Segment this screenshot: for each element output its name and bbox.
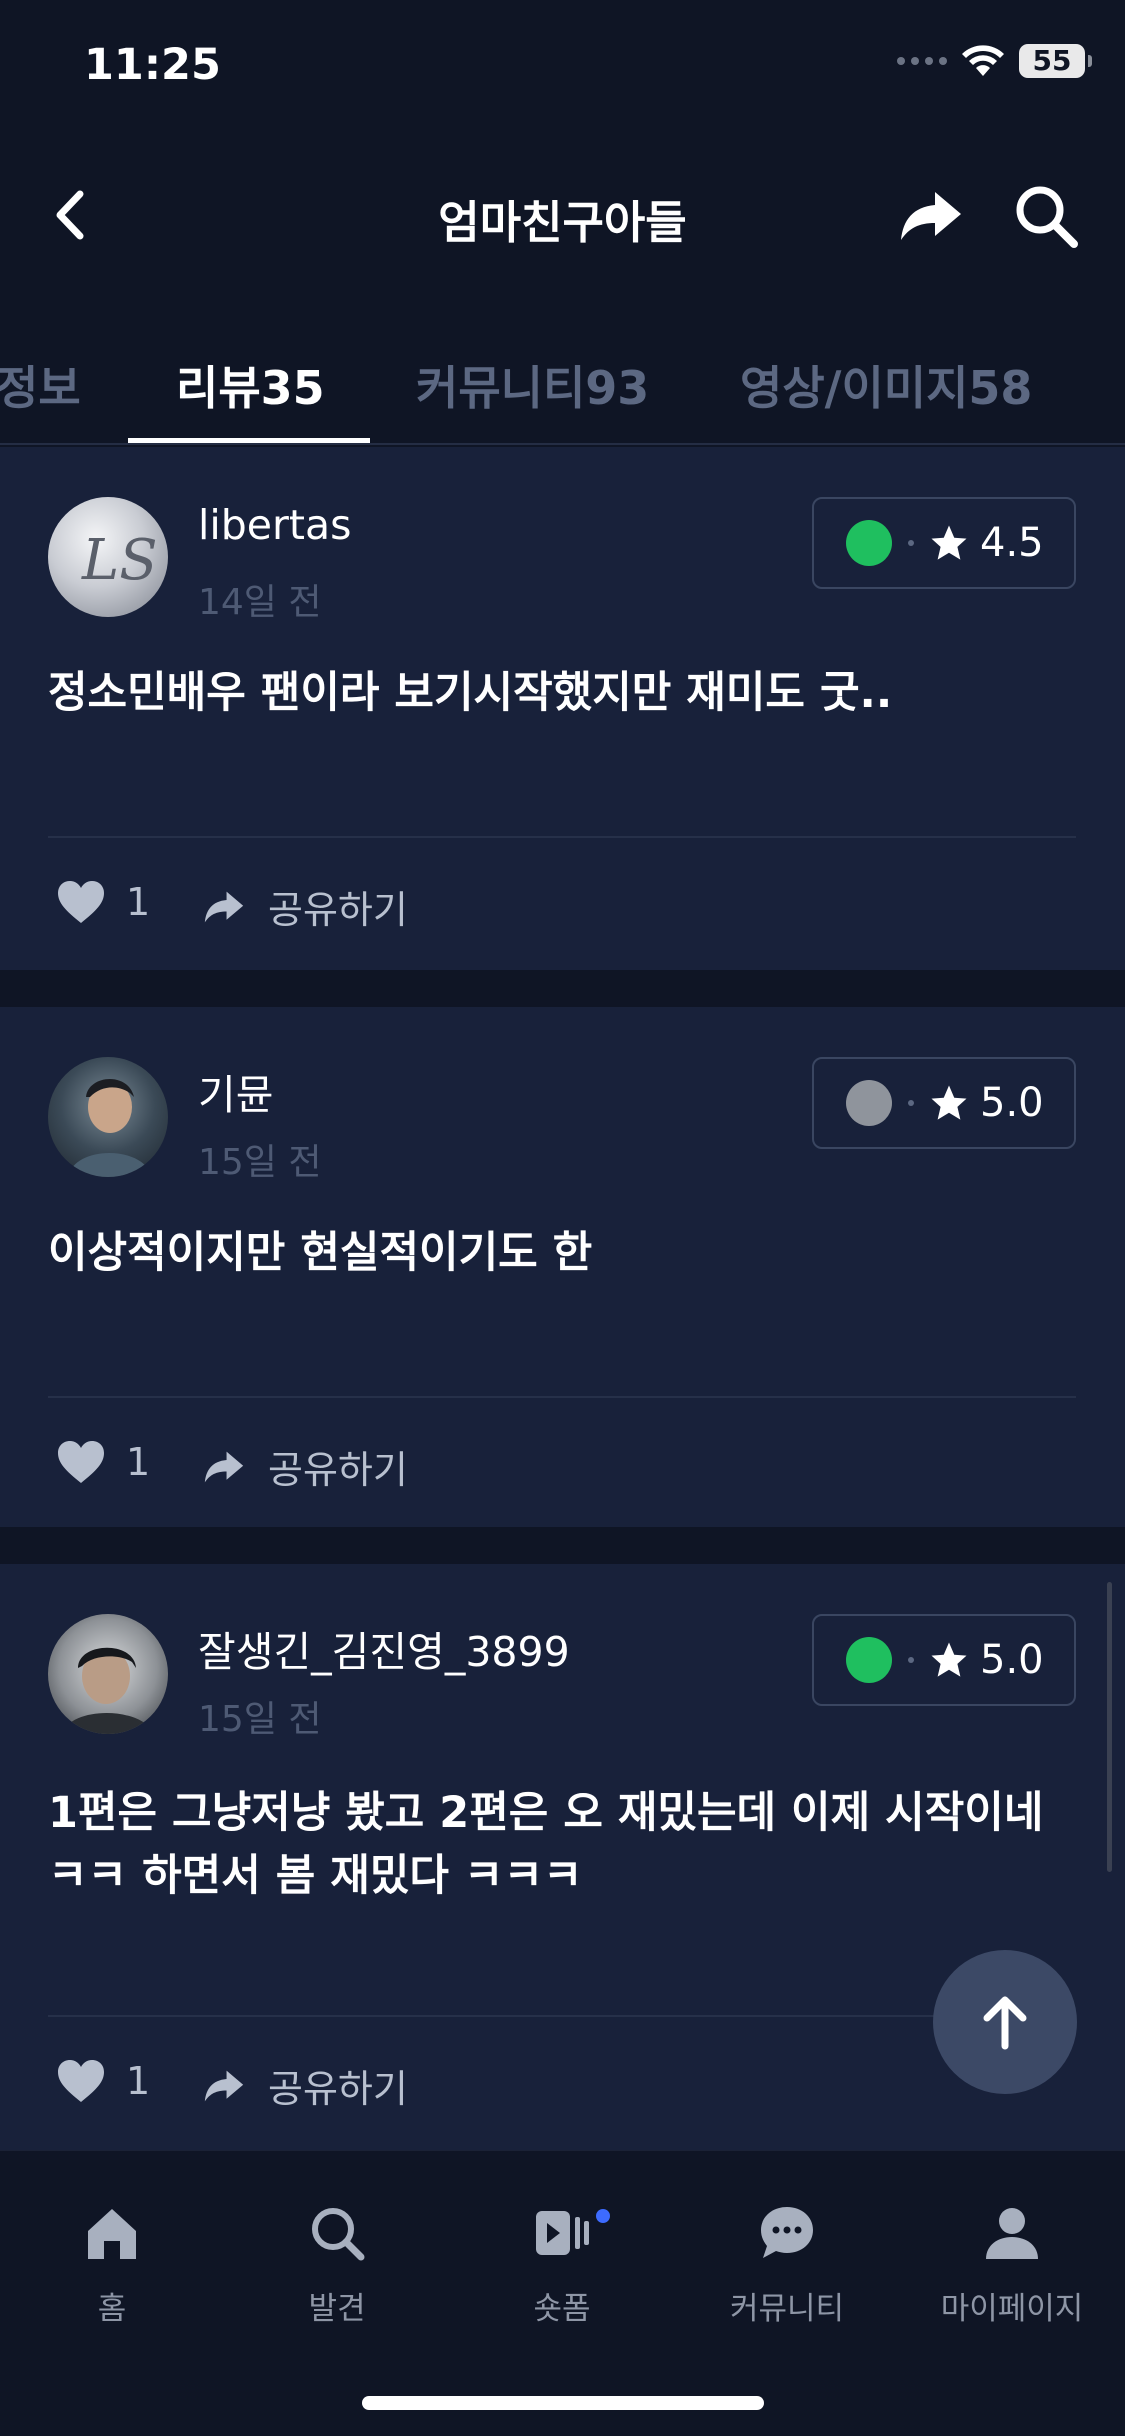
scrollbar[interactable] bbox=[1107, 1582, 1112, 1872]
star-icon bbox=[931, 525, 967, 560]
like-count: 1 bbox=[126, 880, 151, 924]
heart-icon bbox=[58, 881, 104, 923]
watch-status-dot bbox=[846, 1080, 892, 1126]
rating-separator bbox=[908, 1100, 914, 1106]
share-label: 공유하기 bbox=[268, 2067, 408, 2111]
avatar[interactable]: LS bbox=[48, 497, 168, 617]
like-button[interactable]: 1 bbox=[56, 879, 150, 925]
review-card[interactable]: LS libertas 14일 전 4.5 정소민배우 팬이라 보기시작했지만 … bbox=[0, 447, 1125, 970]
review-text[interactable]: 1편은 그냥저냥 봤고 2편은 오 재밌는데 이제 시작이네ㅋㅋ 하면서 봄 재… bbox=[48, 1782, 1078, 1908]
heart-icon bbox=[58, 1441, 104, 1483]
wifi-icon bbox=[962, 45, 1004, 76]
review-date: 14일 전 bbox=[198, 582, 322, 623]
tab-bar: 정보 리뷰35 커뮤니티93 영상/이미지58 bbox=[0, 330, 1125, 445]
nav-label: 숏폼 bbox=[533, 2291, 591, 2327]
like-count: 1 bbox=[126, 1440, 151, 1484]
star-icon bbox=[931, 1085, 967, 1120]
status-icons: 55 bbox=[897, 44, 1092, 78]
divider bbox=[48, 2015, 1076, 2017]
share-label: 공유하기 bbox=[268, 888, 408, 932]
review-username[interactable]: 기뮨 bbox=[198, 1061, 273, 1121]
divider bbox=[48, 836, 1076, 838]
star-icon bbox=[931, 1642, 967, 1677]
heart-icon bbox=[58, 2060, 104, 2102]
home-icon bbox=[88, 2209, 136, 2259]
search-icon bbox=[312, 2208, 365, 2261]
watch-status-dot bbox=[846, 1637, 892, 1683]
header: 엄마친구아들 bbox=[0, 160, 1125, 270]
nav-label: 발견 bbox=[308, 2291, 366, 2327]
scroll-to-top-button[interactable] bbox=[933, 1950, 1077, 2094]
rating-value: 4.5 bbox=[980, 520, 1044, 566]
like-button[interactable]: 1 bbox=[56, 2058, 150, 2104]
nav-shortform[interactable]: 숏폼 bbox=[472, 2201, 652, 2328]
share-button[interactable]: 공유하기 bbox=[200, 1439, 408, 1494]
share-button[interactable]: 공유하기 bbox=[200, 2058, 408, 2113]
review-card[interactable]: 기뮨 15일 전 5.0 이상적이지만 현실적이기도 한 1 공유하기 bbox=[0, 1007, 1125, 1527]
tab-info[interactable]: 정보 bbox=[0, 352, 81, 418]
review-date: 15일 전 bbox=[198, 1699, 322, 1740]
tab-media[interactable]: 영상/이미지58 bbox=[740, 352, 1032, 418]
signal-icon bbox=[897, 57, 947, 65]
share-button[interactable]: 공유하기 bbox=[200, 879, 408, 934]
avatar-photo bbox=[68, 1078, 152, 1177]
review-date: 15일 전 bbox=[198, 1142, 322, 1183]
bottom-navigation: 홈 발견 숏폼 커뮤니티 마이페이지 bbox=[0, 2150, 1125, 2436]
rating-badge: 4.5 bbox=[812, 497, 1076, 589]
nav-label: 홈 bbox=[97, 2291, 127, 2327]
like-count: 1 bbox=[126, 2059, 151, 2103]
nav-home[interactable]: 홈 bbox=[22, 2201, 202, 2328]
avatar[interactable] bbox=[48, 1614, 168, 1734]
review-username[interactable]: libertas bbox=[198, 501, 351, 549]
chat-icon bbox=[761, 2207, 813, 2258]
share-icon[interactable] bbox=[895, 180, 967, 252]
rating-separator bbox=[908, 540, 914, 546]
battery-icon: 55 bbox=[1019, 44, 1092, 78]
like-button[interactable]: 1 bbox=[56, 1439, 150, 1485]
share-icon bbox=[204, 891, 244, 922]
rating-value: 5.0 bbox=[980, 1637, 1044, 1683]
shortform-icon bbox=[536, 2211, 589, 2255]
search-icon[interactable] bbox=[1010, 180, 1082, 252]
share-label: 공유하기 bbox=[268, 1448, 408, 1492]
review-text[interactable]: 이상적이지만 현실적이기도 한 bbox=[48, 1222, 1078, 1285]
tab-reviews[interactable]: 리뷰35 bbox=[176, 352, 325, 418]
watch-status-dot bbox=[846, 520, 892, 566]
share-icon bbox=[204, 2070, 244, 2101]
avatar-logo-icon: LS bbox=[81, 528, 158, 593]
arrow-up-icon bbox=[983, 1996, 1027, 2050]
rating-separator bbox=[908, 1657, 914, 1663]
status-bar: 11:25 55 bbox=[0, 0, 1125, 140]
tab-community[interactable]: 커뮤니티93 bbox=[416, 352, 649, 418]
nav-community[interactable]: 커뮤니티 bbox=[697, 2201, 877, 2328]
review-username[interactable]: 잘생긴_김진영_3899 bbox=[198, 1618, 570, 1678]
profile-icon bbox=[986, 2208, 1038, 2259]
nav-discover[interactable]: 발견 bbox=[247, 2201, 427, 2328]
rating-value: 5.0 bbox=[980, 1080, 1044, 1126]
share-icon bbox=[204, 1451, 244, 1482]
avatar[interactable] bbox=[48, 1057, 168, 1177]
home-indicator[interactable] bbox=[362, 2396, 764, 2410]
new-badge-dot bbox=[596, 2209, 610, 2223]
svg-text:LS: LS bbox=[81, 528, 158, 593]
status-time: 11:25 bbox=[84, 40, 221, 90]
divider bbox=[48, 1396, 1076, 1398]
tab-indicator bbox=[128, 438, 370, 443]
rating-badge: 5.0 bbox=[812, 1614, 1076, 1706]
nav-mypage[interactable]: 마이페이지 bbox=[922, 2201, 1102, 2328]
nav-label: 마이페이지 bbox=[940, 2291, 1084, 2327]
rating-badge: 5.0 bbox=[812, 1057, 1076, 1149]
nav-label: 커뮤니티 bbox=[729, 2291, 845, 2327]
review-text[interactable]: 정소민배우 팬이라 보기시작했지만 재미도 굿.. bbox=[48, 662, 1078, 725]
avatar-photo bbox=[62, 1647, 154, 1734]
